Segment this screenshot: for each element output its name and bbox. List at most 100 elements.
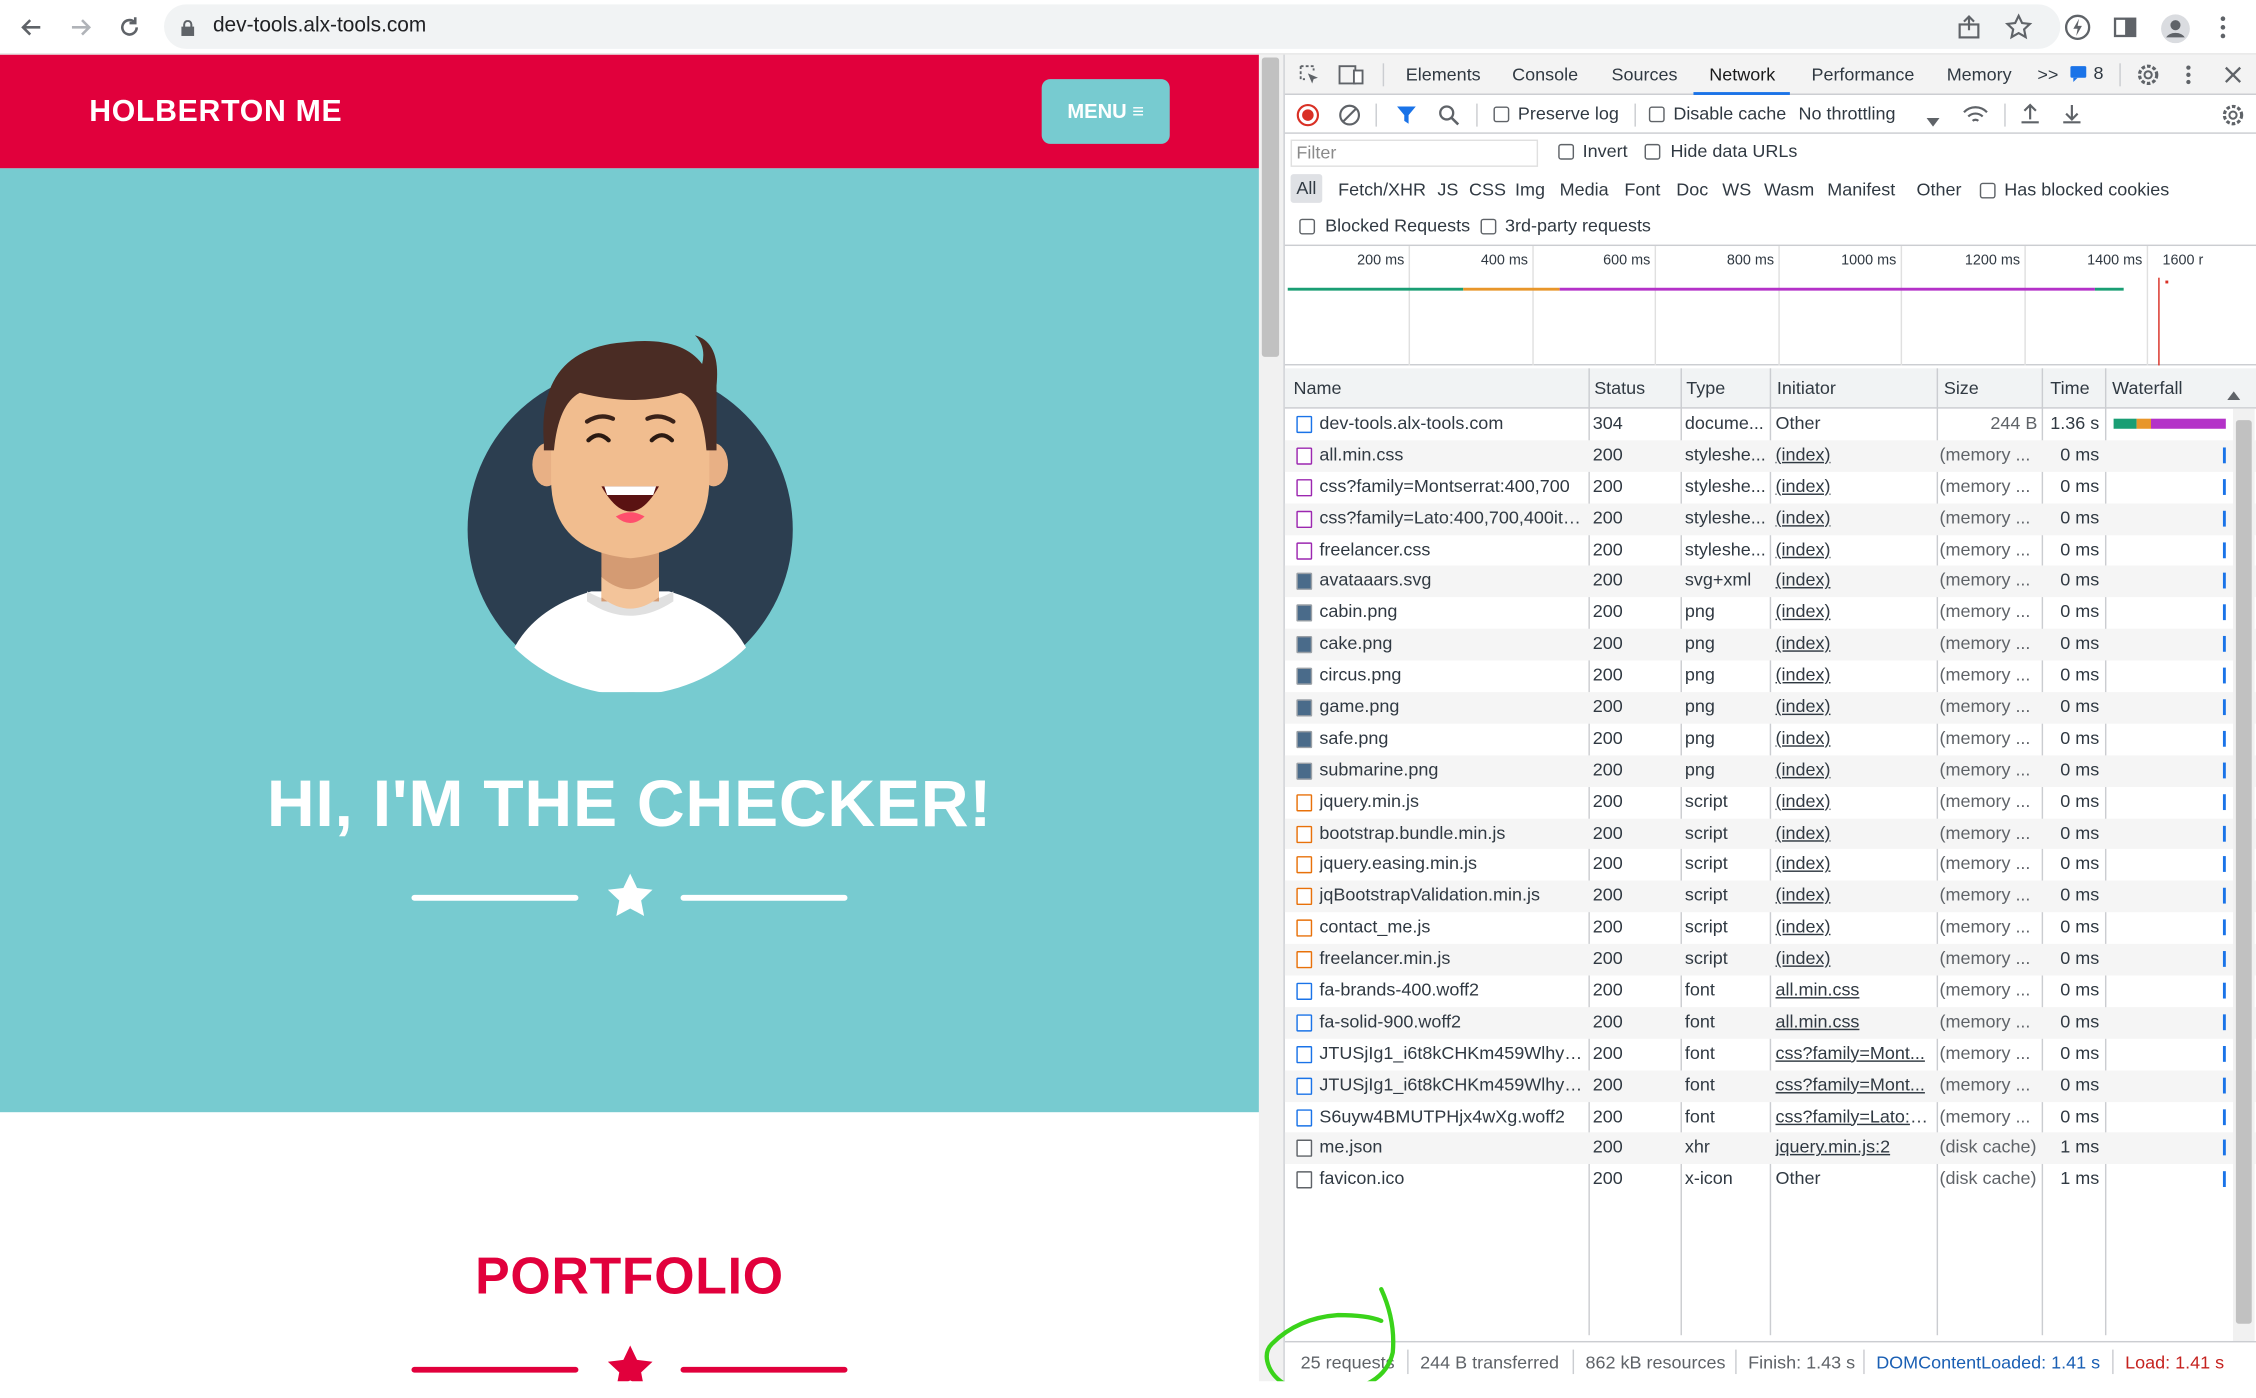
col-status-header[interactable]: Status [1594,378,1645,398]
table-row[interactable]: freelancer.css 200 styleshe... (index) (memo… [1285,535,2256,566]
table-row[interactable]: submarine.png 200 png (index) (memory ... 0 m… [1284,755,2256,787]
table-row[interactable]: safe.png 200 png (index) (memory ... 0 ms [1285,724,2256,755]
table-row[interactable]: cake.png 200 png (index) (memory ... 0 ms [1284,629,2256,661]
profile-icon[interactable] [2160,13,2190,44]
type-filter-img[interactable]: Img [1515,180,1545,200]
request-initiator[interactable]: (index) [1775,755,1933,787]
menu-button[interactable]: MENU ≡ [1041,79,1170,144]
filter-icon[interactable] [1396,104,1418,131]
page-scrollbar-thumb[interactable] [1261,57,1280,357]
request-initiator[interactable]: jquery.min.js:2 [1775,1133,1933,1165]
site-brand[interactable]: HOLBERTON ME [89,95,342,130]
request-initiator[interactable]: (index) [1775,850,1933,882]
sort-up-icon[interactable] [2227,384,2241,404]
table-scrollbar-thumb[interactable] [2235,420,2252,1324]
chevron-down-icon[interactable] [1926,111,1940,131]
table-row[interactable]: fa-brands-400.woff2 200 font all.min.css (me… [1285,976,2256,1007]
table-row[interactable]: avataaars.svg 200 svg+xml (index) (memory ..… [1284,566,2256,598]
request-initiator[interactable]: css?family=Mont... [1775,1070,1933,1102]
table-row[interactable]: dev-tools.alx-tools.com 304 docume... Other… [1285,409,2256,440]
request-initiator[interactable]: all.min.css [1775,976,1933,1008]
more-tabs-button[interactable]: >> [2037,65,2058,85]
table-row[interactable]: fa-solid-900.woff2 200 font all.min.css (mem… [1284,1007,2256,1039]
request-initiator[interactable]: (index) [1775,724,1933,756]
forward-arrow-icon[interactable] [66,13,95,42]
type-filter-js[interactable]: JS [1437,180,1458,200]
table-row[interactable]: game.png 200 png (index) (memory ... 0 ms [1284,692,2256,724]
request-initiator[interactable]: (index) [1775,913,1933,945]
record-stop-icon[interactable] [1296,103,1320,131]
type-filter-css[interactable]: CSS [1469,180,1506,200]
kebab-icon[interactable] [2181,62,2195,92]
table-row[interactable]: me.json 200 xhr jquery.min.js:2 (disk cache)… [1284,1133,2256,1165]
request-initiator[interactable]: (index) [1775,598,1933,630]
tab-memory[interactable]: Memory [1947,65,2012,85]
type-filter-manifest[interactable]: Manifest [1827,180,1895,200]
tab-console[interactable]: Console [1512,65,1578,85]
request-initiator[interactable]: (index) [1775,629,1933,661]
clear-icon[interactable] [1338,104,1361,131]
request-initiator[interactable]: (index) [1775,661,1933,693]
col-name-header[interactable]: Name [1293,378,1341,398]
type-filter-all[interactable]: All [1290,174,1323,203]
request-initiator[interactable]: css?family=Mont... [1775,1039,1933,1071]
type-filter-wasm[interactable]: Wasm [1764,180,1814,200]
third-party-checkbox[interactable] [1480,218,1497,235]
col-size-header[interactable]: Size [1944,378,1979,398]
col-waterfall-header[interactable]: Waterfall [2112,378,2182,398]
has-blocked-cookies-checkbox[interactable] [1979,182,1996,199]
table-row[interactable]: circus.png 200 png (index) (memory ... 0 ms [1285,661,2256,692]
table-row[interactable]: jquery.easing.min.js 200 script (index) (mem… [1285,850,2256,881]
table-row[interactable]: bootstrap.bundle.min.js 200 script (index) (… [1284,818,2256,850]
col-time-header[interactable]: Time [2050,378,2089,398]
request-initiator[interactable]: (index) [1775,472,1933,504]
table-row[interactable]: cabin.png 200 png (index) (memory ... 0 ms [1285,598,2256,629]
type-filter-media[interactable]: Media [1560,180,1609,200]
share-icon[interactable] [1955,13,1984,42]
col-type-header[interactable]: Type [1686,378,1725,398]
table-row[interactable]: jqBootstrapValidation.min.js 200 script (in… [1284,881,2256,913]
url-text[interactable]: dev-tools.alx-tools.com [213,14,426,37]
filter-input[interactable]: Filter [1290,139,1539,167]
type-filter-ws[interactable]: WS [1722,180,1751,200]
request-initiator[interactable]: all.min.css [1775,1007,1933,1039]
request-initiator[interactable]: (index) [1775,566,1933,598]
table-row[interactable]: JTUSjIg1_i6t8kCHKm459Wlhyw... 200 font css?… [1285,1039,2256,1070]
throttling-select[interactable]: No throttling [1799,104,1896,124]
search-icon[interactable] [1437,104,1460,131]
table-row[interactable]: S6uyw4BMUTPHjx4wXg.woff2 200 font css?famil… [1285,1102,2256,1133]
upload-icon[interactable] [2019,102,2042,129]
star-icon[interactable] [2004,13,2033,42]
table-row[interactable]: all.min.css 200 styleshe... (index) (memory … [1284,440,2256,472]
table-row[interactable]: css?family=Montserrat:400,700 200 styleshe… [1285,472,2256,503]
type-filter-font[interactable]: Font [1624,180,1660,200]
gear-icon[interactable] [2135,62,2161,92]
table-row[interactable]: css?family=Lato:400,700,400ita... 200 styl… [1284,503,2256,535]
type-filter-doc[interactable]: Doc [1676,180,1708,200]
gear-icon[interactable] [2220,102,2246,132]
inspect-element-icon[interactable] [1298,63,1321,90]
request-initiator[interactable]: (index) [1775,881,1933,913]
request-initiator[interactable]: (index) [1775,787,1933,819]
type-filter-fetch-xhr[interactable]: Fetch/XHR [1338,180,1426,200]
network-overview[interactable]: 200 ms 400 ms 600 ms 800 ms 1000 ms 1200… [1284,246,2256,366]
table-row[interactable]: contact_me.js 200 script (index) (memory ...… [1285,913,2256,944]
request-initiator[interactable]: (index) [1775,692,1933,724]
device-toolbar-icon[interactable] [1338,63,1364,90]
hide-data-urls-checkbox[interactable] [1644,143,1661,160]
back-arrow-icon[interactable] [17,13,46,42]
address-bar[interactable]: dev-tools.alx-tools.com [164,4,2061,49]
request-initiator[interactable]: (index) [1775,535,1933,567]
request-initiator[interactable]: (index) [1775,440,1933,472]
tab-network[interactable]: Network [1709,65,1775,85]
sidebar-icon[interactable] [2111,13,2140,42]
request-initiator[interactable]: (index) [1775,818,1933,850]
close-icon[interactable] [2222,63,2245,90]
tab-performance[interactable]: Performance [1811,65,1914,85]
issues-badge[interactable]: 8 [2069,63,2112,86]
disable-cache-checkbox[interactable] [1648,106,1665,123]
table-row[interactable]: freelancer.min.js 200 script (index) (memory… [1284,944,2256,976]
table-row[interactable]: JTUSjIg1_i6t8kCHKm459Wlhyw... 200 font css?… [1284,1070,2256,1102]
request-initiator[interactable]: (index) [1775,944,1933,976]
blocked-requests-checkbox[interactable] [1299,218,1316,235]
